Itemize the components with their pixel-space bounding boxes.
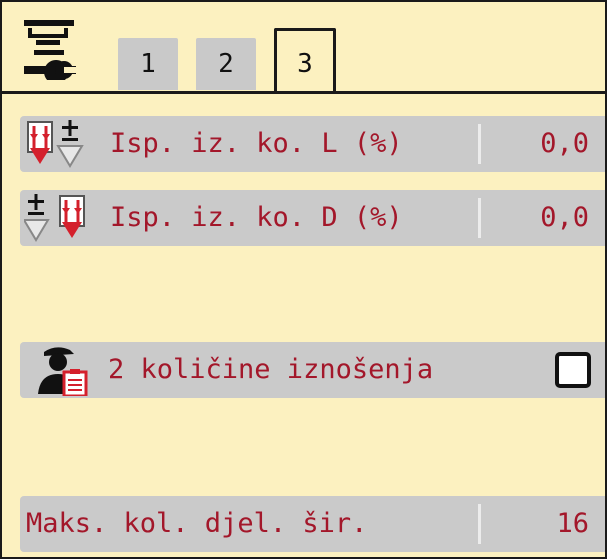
- max-sections-label: Maks. kol. djel. šir.: [26, 508, 368, 539]
- row-right-deviation[interactable]: Isp. iz. ko. D (%) 0,0: [20, 190, 605, 246]
- tab-1[interactable]: 1: [118, 38, 178, 90]
- operator-clipboard-icon: [38, 347, 88, 396]
- row-left-deviation[interactable]: Isp. iz. ko. L (%) 0,0: [20, 116, 605, 172]
- left-deviation-label: Isp. iz. ko. L (%): [110, 128, 403, 159]
- row-separator: [478, 198, 481, 238]
- tab-bar: 1 2 3: [2, 2, 605, 94]
- arrows-plus-minus-left-icon: [27, 120, 84, 168]
- row-two-quantities[interactable]: 2 količine iznošenja: [20, 342, 605, 398]
- two-quantities-checkbox[interactable]: [555, 352, 591, 388]
- tab-2[interactable]: 2: [196, 38, 256, 90]
- arrows-plus-minus-right-icon: [24, 194, 85, 242]
- right-deviation-label: Isp. iz. ko. D (%): [110, 202, 403, 233]
- left-deviation-value[interactable]: 0,0: [540, 116, 589, 172]
- tab-3[interactable]: 3: [274, 28, 336, 94]
- screen-frame: 1 2 3 Isp. iz. ko. L (%) 0,0 Isp. iz. ko…: [0, 0, 607, 559]
- two-quantities-label: 2 količine iznošenja: [108, 354, 434, 385]
- tab-underline: [2, 91, 605, 94]
- settings-wrench-icon: [24, 20, 78, 80]
- right-deviation-value[interactable]: 0,0: [540, 190, 589, 246]
- row-separator: [478, 504, 481, 544]
- row-max-sections[interactable]: Maks. kol. djel. šir. 16: [20, 496, 605, 552]
- max-sections-value[interactable]: 16: [556, 496, 589, 552]
- row-separator: [478, 124, 481, 164]
